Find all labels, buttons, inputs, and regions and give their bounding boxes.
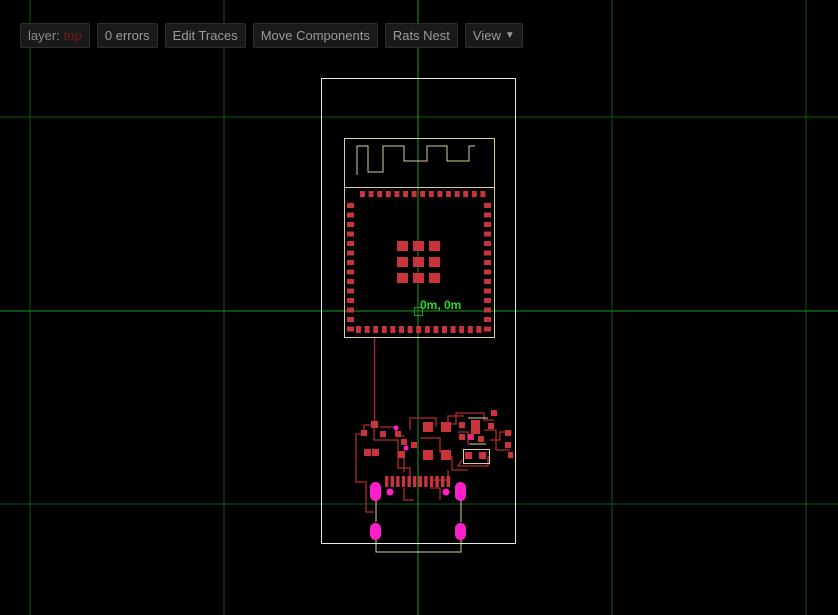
usb-pin — [435, 476, 439, 487]
module-pad — [484, 307, 491, 313]
usb-pin — [446, 476, 450, 487]
module-pad — [373, 326, 379, 333]
module-pad — [347, 260, 354, 265]
usb-pin — [396, 476, 400, 487]
module-pad — [385, 191, 391, 197]
rats-nest-button[interactable]: Rats Nest — [384, 23, 458, 48]
module-pad — [411, 191, 417, 197]
module-pad — [437, 191, 443, 197]
module-pad — [484, 241, 491, 246]
module-pad — [484, 288, 491, 294]
module-pad — [356, 326, 361, 333]
usb-pin — [429, 476, 434, 487]
usb-pin — [390, 476, 394, 487]
view-menu-label: View — [472, 28, 501, 43]
module-pad — [484, 317, 491, 322]
module-pad — [347, 269, 354, 275]
module-pad — [459, 326, 465, 333]
module-pad — [484, 326, 491, 332]
module-pad — [446, 191, 451, 197]
usb-pin — [424, 476, 428, 487]
module-pad — [347, 231, 354, 237]
module-pad — [347, 298, 354, 303]
module-pad — [347, 241, 354, 246]
errors-button[interactable]: 0 errors — [96, 23, 158, 48]
module-pad — [424, 326, 430, 333]
module-pad — [347, 288, 354, 294]
module-pad — [476, 326, 482, 333]
module-pad — [390, 326, 396, 333]
module-pad — [347, 317, 354, 322]
module-pad — [407, 326, 413, 333]
move-components-button[interactable]: Move Components — [252, 23, 378, 48]
toolbar: layer: top 0 errors Edit Traces Move Com… — [20, 23, 523, 48]
module-pad — [467, 326, 473, 333]
module-pad — [394, 191, 400, 197]
module-pad — [442, 326, 447, 333]
module-pad — [347, 222, 354, 227]
module-pad — [347, 212, 354, 218]
usb-pin — [413, 476, 417, 487]
module-pad — [433, 326, 439, 333]
module-pad — [399, 326, 404, 333]
view-menu-button[interactable]: View ▼ — [464, 23, 523, 48]
module-pad — [450, 326, 456, 333]
module-pad — [416, 326, 422, 333]
module-pad — [484, 250, 491, 256]
usb-pin — [418, 476, 422, 487]
module-pad — [484, 260, 491, 265]
layer-label: layer: — [28, 28, 60, 43]
edit-traces-button[interactable]: Edit Traces — [164, 23, 246, 48]
module-pad — [420, 191, 426, 197]
thermal-pad-grid — [397, 241, 440, 283]
usb-pin — [407, 476, 411, 487]
chevron-down-icon: ▼ — [504, 30, 515, 41]
module-pad — [484, 298, 491, 303]
module-pad — [368, 191, 374, 197]
module-pad — [377, 191, 383, 197]
module-pad — [484, 222, 491, 227]
module-pad — [381, 326, 387, 333]
module-pad — [364, 326, 370, 333]
module-pad — [360, 191, 365, 197]
pcb-canvas[interactable]: 0m, 0m — [0, 0, 838, 615]
module-pad — [463, 191, 469, 197]
module-pad — [403, 191, 408, 197]
usb-pin — [385, 476, 389, 487]
usb-pin — [441, 476, 445, 487]
layer-selector[interactable]: layer: top — [20, 23, 90, 48]
module-pad — [454, 191, 460, 197]
module-pad — [471, 191, 477, 197]
module-pad — [347, 326, 354, 332]
module-pad — [347, 279, 354, 284]
module-pad — [480, 191, 486, 197]
module-pad — [347, 307, 354, 313]
origin-coordinate-label: 0m, 0m — [420, 298, 461, 312]
module-pad — [484, 212, 491, 218]
module-pad — [484, 279, 491, 284]
module-pad — [484, 269, 491, 275]
layer-value: top — [63, 28, 82, 43]
module-pad — [347, 203, 354, 208]
module-pad — [484, 203, 491, 208]
module-pad — [428, 191, 434, 197]
usb-pin — [401, 476, 406, 487]
module-pad — [347, 250, 354, 256]
module-pad — [484, 231, 491, 237]
